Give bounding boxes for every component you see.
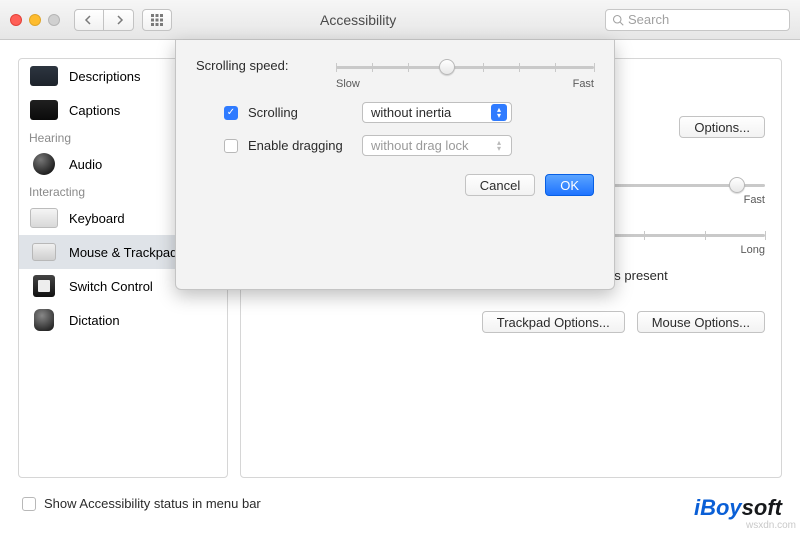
slider-slow-label: Slow <box>336 78 360 90</box>
window-title: Accessibility <box>320 12 396 28</box>
options-button[interactable]: Options... <box>679 116 765 138</box>
window-controls <box>10 14 60 26</box>
cancel-button[interactable]: Cancel <box>465 174 535 196</box>
show-all-button[interactable] <box>142 9 172 31</box>
nav-segment <box>74 9 134 31</box>
forward-button[interactable] <box>104 9 134 31</box>
audio-icon <box>29 153 59 175</box>
sidebar-item-label: Captions <box>69 103 120 118</box>
enable-dragging-label: Enable dragging <box>248 138 352 153</box>
slider-long-label: Long <box>741 244 765 256</box>
sidebar-item-label: Mouse & Trackpad <box>69 245 177 260</box>
chevron-left-icon <box>84 15 94 25</box>
mouse-trackpad-icon <box>29 241 59 263</box>
enable-dragging-checkbox[interactable] <box>224 139 238 153</box>
dragging-mode-value: without drag lock <box>371 138 485 153</box>
captions-icon <box>29 99 59 121</box>
sidebar-item-dictation[interactable]: Dictation <box>19 303 227 337</box>
scrolling-label: Scrolling <box>248 105 352 120</box>
dragging-mode-popup[interactable]: without drag lock ▴▾ <box>362 135 512 156</box>
search-field[interactable]: Search <box>605 9 790 31</box>
descriptions-icon <box>29 65 59 87</box>
switch-control-icon <box>29 275 59 297</box>
sidebar-item-label: Descriptions <box>69 69 141 84</box>
scrolling-checkbox[interactable]: ✓ <box>224 106 238 120</box>
slider-fast-label: Fast <box>573 78 594 90</box>
search-icon <box>612 14 624 26</box>
sidebar-item-label: Audio <box>69 157 102 172</box>
chevron-right-icon <box>114 15 124 25</box>
sidebar-item-label: Dictation <box>69 313 120 328</box>
sidebar-item-label: Switch Control <box>69 279 153 294</box>
updown-arrows-icon: ▴▾ <box>491 137 507 154</box>
content-area: Descriptions Captions Hearing Audio Inte… <box>0 40 800 533</box>
back-button[interactable] <box>74 9 104 31</box>
mouse-options-button[interactable]: Mouse Options... <box>637 311 765 333</box>
slider-fast-label: Fast <box>744 194 765 206</box>
dictation-icon <box>29 309 59 331</box>
source-watermark: wsxdn.com <box>746 520 796 531</box>
trackpad-options-sheet: Scrolling speed: Slow Fast ✓ Scrolling w… <box>175 40 615 290</box>
updown-arrows-icon: ▴▾ <box>491 104 507 121</box>
toolbar: Accessibility Search <box>0 0 800 40</box>
scrolling-speed-slider[interactable] <box>336 58 594 76</box>
scrolling-mode-value: without inertia <box>371 105 485 120</box>
brand-watermark: iBoysoft <box>694 495 782 521</box>
zoom-window-button[interactable] <box>48 14 60 26</box>
search-placeholder: Search <box>628 12 669 27</box>
trackpad-options-button[interactable]: Trackpad Options... <box>482 311 625 333</box>
keyboard-icon <box>29 207 59 229</box>
close-window-button[interactable] <box>10 14 22 26</box>
show-status-label: Show Accessibility status in menu bar <box>44 496 261 511</box>
scrolling-speed-label: Scrolling speed: <box>196 58 326 73</box>
show-status-checkbox[interactable] <box>22 497 36 511</box>
ok-button[interactable]: OK <box>545 174 594 196</box>
scrolling-mode-popup[interactable]: without inertia ▴▾ <box>362 102 512 123</box>
grid-icon <box>151 14 163 26</box>
minimize-window-button[interactable] <box>29 14 41 26</box>
sidebar-item-label: Keyboard <box>69 211 125 226</box>
show-status-row: Show Accessibility status in menu bar <box>22 496 261 511</box>
